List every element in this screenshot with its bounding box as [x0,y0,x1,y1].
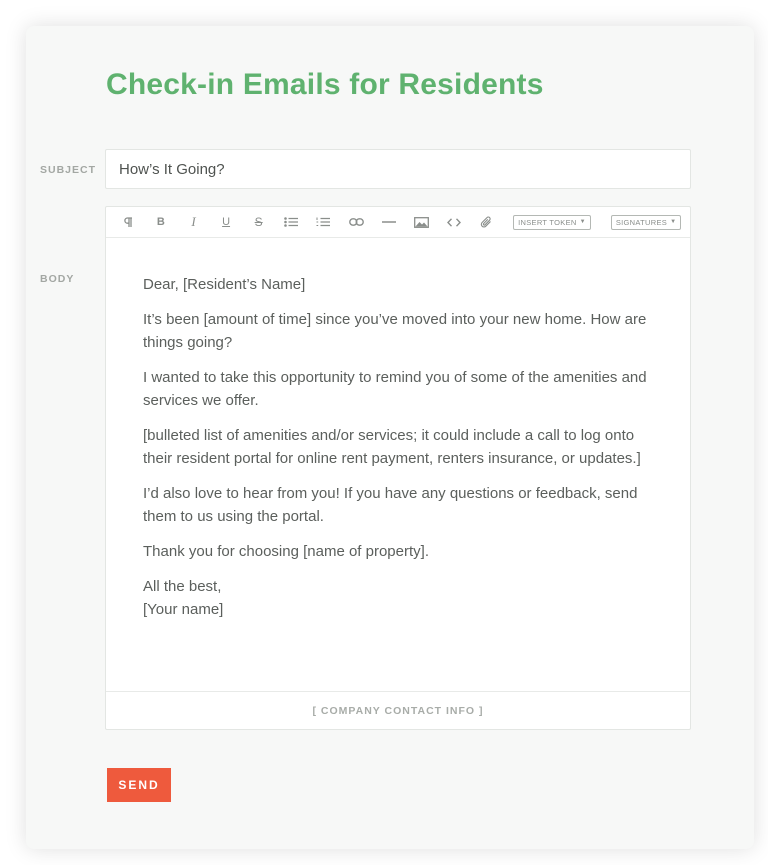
chevron-down-icon: ▼ [579,219,586,225]
send-button[interactable]: SEND [107,768,171,802]
body-editor[interactable]: B I U S INSERT TOKEN ▼ SIGNATURES ▼ Dear… [105,206,691,730]
code-icon[interactable] [438,207,471,237]
company-contact-footer: [ COMPANY CONTACT INFO ] [106,691,690,729]
bold-icon[interactable]: B [145,207,178,237]
numbered-list-icon[interactable] [308,207,341,237]
email-template-card: Check-in Emails for Residents SUBJECT Ho… [26,26,754,849]
image-icon[interactable] [405,207,438,237]
signatures-dropdown[interactable]: SIGNATURES ▼ [610,214,682,230]
body-label: BODY [40,273,75,285]
subject-input[interactable]: How’s It Going? [105,149,691,189]
insert-token-label: INSERT TOKEN [518,217,577,227]
email-closing: All the best, [143,578,222,595]
email-paragraph: I wanted to take this opportunity to rem… [143,369,647,409]
link-icon[interactable] [340,207,373,237]
signatures-label: SIGNATURES [615,217,668,227]
page-title: Check-in Emails for Residents [106,68,544,101]
insert-token-dropdown[interactable]: INSERT TOKEN ▼ [513,214,591,230]
bullet-list-icon[interactable] [275,207,308,237]
attachment-icon[interactable] [471,207,504,237]
editor-toolbar: B I U S INSERT TOKEN ▼ SIGNATURES ▼ [106,207,690,238]
strikethrough-icon[interactable]: S [242,207,275,237]
horizontal-rule-icon[interactable] [373,207,406,237]
underline-icon[interactable]: U [210,207,243,237]
email-paragraph: Thank you for choosing [name of property… [143,543,429,560]
paragraph-icon[interactable] [112,207,145,237]
subject-label: SUBJECT [40,164,97,176]
email-paragraph: [bulleted list of amenities and/or servi… [143,427,641,467]
email-greeting: Dear, [Resident’s Name] [143,276,306,293]
italic-icon[interactable]: I [177,207,210,237]
email-signoff: All the best, [Your name] [143,575,652,621]
chevron-down-icon: ▼ [670,219,677,225]
email-signature: [Your name] [143,601,224,618]
email-body-text[interactable]: Dear, [Resident’s Name] It’s been [amoun… [106,238,690,621]
email-paragraph: I’d also love to hear from you! If you h… [143,485,638,525]
email-paragraph: It’s been [amount of time] since you’ve … [143,311,647,351]
